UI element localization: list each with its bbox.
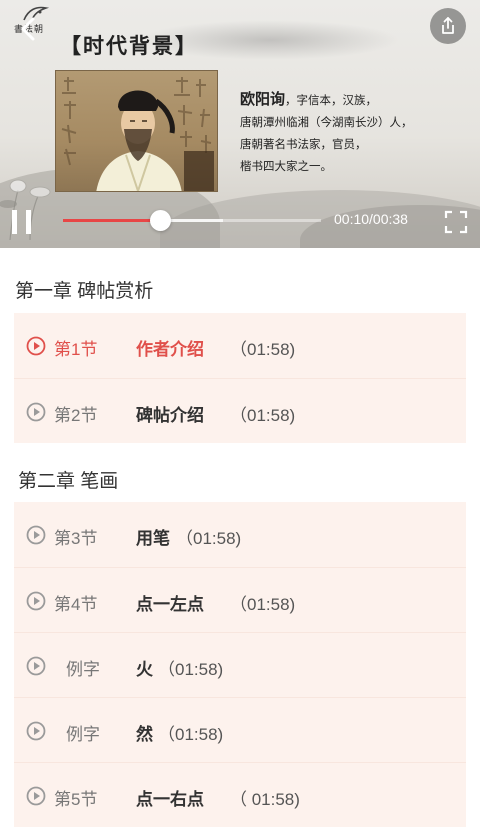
lesson-duration: （01:58): [158, 660, 224, 679]
progress-knob[interactable]: [149, 210, 171, 231]
bio-line-3: 唐朝著名书法家，官员，: [240, 137, 367, 151]
lesson-number: 第4节: [54, 595, 98, 614]
lesson-title: 点一右点: [136, 790, 204, 809]
lesson-row[interactable]: 例字 然 （01:58): [14, 697, 466, 762]
lesson-title: 作者介绍: [136, 340, 204, 359]
chapter-title: 第一章 碑帖赏析: [15, 281, 154, 302]
author-bio: 欧阳询，字信本，汉族， 唐朝潭州临湘（今湖南长沙）人， 唐朝著名书法家，官员， …: [240, 88, 460, 177]
lesson-number: 例字: [66, 725, 100, 744]
fullscreen-icon[interactable]: [444, 210, 468, 234]
play-circle-icon: [26, 336, 46, 356]
lesson-title: 火: [136, 660, 153, 679]
back-arrow-icon[interactable]: [12, 12, 46, 46]
lesson-row[interactable]: 例字 火 （01:58): [14, 632, 466, 697]
play-circle-icon: [26, 402, 46, 422]
lesson-row[interactable]: 第3节 用笔 （01:58): [14, 502, 466, 567]
lesson-title: 用笔: [136, 529, 170, 548]
lesson-number: 第1节: [54, 340, 98, 359]
progress-fill: [63, 219, 160, 222]
lesson-title: 碑帖介绍: [136, 406, 204, 425]
bio-line-2: 唐朝潭州临湘（今湖南长沙）人，: [240, 115, 413, 129]
video-section-heading: 【时代背景】: [60, 33, 198, 58]
lesson-number: 第5节: [54, 790, 98, 809]
play-circle-icon: [26, 525, 46, 545]
video-player[interactable]: 書法朝 【时代背景】 欧阳询，字信本，汉族， 唐朝潭州临湘（今湖南长沙）人， 唐…: [0, 0, 480, 248]
chapter-card: 第3节 用笔 （01:58) 第4节 点一左点 （01:58) 例字 火 （01…: [14, 502, 466, 827]
pause-icon[interactable]: [12, 210, 34, 234]
lesson-duration: （01:58): [230, 595, 296, 614]
chapter-title: 第二章 笔画: [18, 471, 119, 492]
lesson-title: 然: [136, 725, 153, 744]
lesson-row[interactable]: 第4节 点一左点 （01:58): [14, 567, 466, 632]
lesson-duration: （01:58): [230, 406, 296, 425]
lesson-title: 点一左点: [136, 595, 204, 614]
lesson-number: 第2节: [54, 406, 98, 425]
play-circle-icon: [26, 721, 46, 741]
bio-author-name: 欧阳询: [240, 90, 286, 108]
lesson-number: 第3节: [54, 529, 98, 548]
play-circle-icon: [26, 591, 46, 611]
lesson-duration: （01:58): [176, 529, 242, 548]
lesson-number: 例字: [66, 660, 100, 679]
play-circle-icon: [26, 656, 46, 676]
play-circle-icon: [26, 786, 46, 806]
lesson-row[interactable]: 第2节 碑帖介绍 （01:58): [14, 378, 466, 443]
bio-line-1-text: ，字信本，汉族，: [285, 93, 378, 107]
share-icon: [442, 17, 454, 34]
playback-time: 00:10/00:38: [334, 211, 408, 227]
lesson-row[interactable]: 第5节 点一右点 （ 01:58): [14, 762, 466, 827]
chapter-card: 第1节 作者介绍 （01:58) 第2节 碑帖介绍 （01:58): [14, 313, 466, 443]
bio-line-4: 楷书四大家之一。: [240, 159, 332, 173]
pause-bar: [12, 210, 17, 234]
share-button[interactable]: [430, 8, 466, 44]
lesson-row[interactable]: 第1节 作者介绍 （01:58): [14, 313, 466, 378]
lesson-duration: （01:58): [158, 725, 224, 744]
bio-line-1: 欧阳询，字信本，汉族，: [240, 88, 460, 111]
progress-track[interactable]: [63, 210, 321, 231]
portrait-image: [55, 70, 218, 192]
lesson-duration: （01:58): [230, 340, 296, 359]
pause-bar: [26, 210, 31, 234]
lesson-duration: （ 01:58): [230, 790, 300, 809]
